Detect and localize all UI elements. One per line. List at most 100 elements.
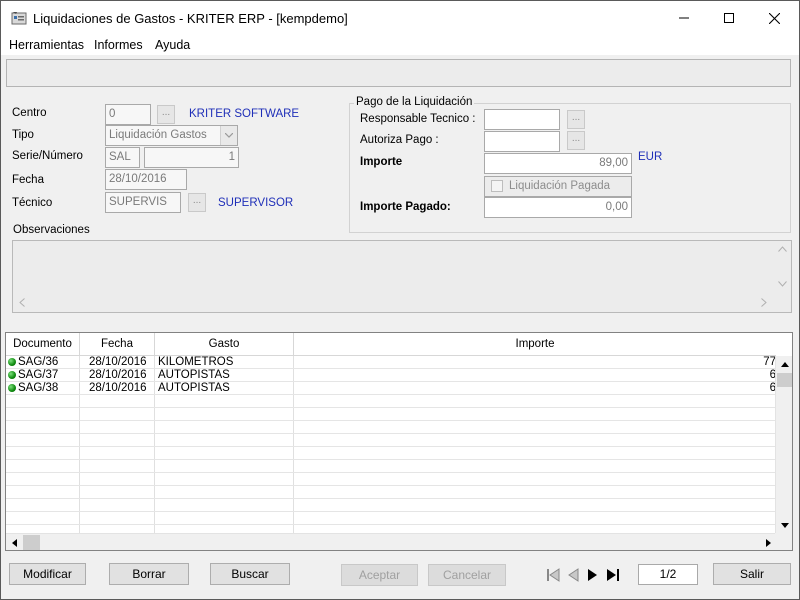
grid-header: Documento Fecha Gasto Importe [6, 333, 776, 356]
modificar-button[interactable]: Modificar [9, 563, 86, 585]
first-icon [547, 568, 560, 582]
arrow-down-icon [780, 523, 789, 528]
col-fecha[interactable]: Fecha [80, 333, 155, 356]
observaciones-textarea[interactable] [12, 240, 792, 313]
autoriza-input[interactable] [484, 131, 560, 152]
scroll-left-icon[interactable] [19, 298, 25, 307]
lines-grid[interactable]: Documento Fecha Gasto Importe SAG/36 28/… [5, 332, 793, 551]
checkbox-box [491, 180, 503, 192]
tecnico-input[interactable]: SUPERVIS [105, 192, 181, 213]
arrow-up-icon [780, 362, 789, 367]
buscar-button[interactable]: Buscar [210, 563, 290, 585]
tipo-label: Tipo [12, 129, 34, 141]
row-gasto: AUTOPISTAS [158, 382, 230, 394]
table-row[interactable]: SAG/37 28/10/2016 AUTOPISTAS 6 [6, 369, 776, 382]
empty-row [6, 512, 776, 525]
empty-row [6, 473, 776, 486]
maximize-button[interactable] [706, 1, 752, 35]
scroll-down-icon[interactable] [778, 281, 787, 287]
liquidacion-pagada-checkbox[interactable]: Liquidación Pagada [484, 176, 632, 197]
app-icon [11, 12, 27, 25]
row-importe: 77 [763, 356, 776, 368]
numero-input[interactable]: 1 [144, 147, 239, 168]
arrow-right-icon [766, 538, 771, 547]
grid-vertical-scrollbar[interactable] [775, 356, 792, 534]
minimize-button[interactable] [661, 1, 707, 35]
next-record-button[interactable] [584, 566, 602, 584]
fecha-label: Fecha [12, 174, 44, 186]
row-gasto: KILOMETROS [158, 356, 234, 368]
close-icon [768, 12, 780, 24]
table-row[interactable]: SAG/36 28/10/2016 KILOMETROS 77 [6, 356, 776, 369]
close-button[interactable] [751, 1, 797, 35]
row-documento: SAG/38 [8, 382, 78, 395]
serie-numero-label: Serie/Número [12, 150, 83, 162]
arrow-left-icon [12, 538, 17, 547]
importe-pagado-input[interactable]: 0,00 [484, 197, 632, 218]
autoriza-lookup-button[interactable]: ... [567, 131, 585, 150]
empty-row [6, 408, 776, 421]
record-position: 1/2 [638, 564, 698, 585]
tecnico-lookup-button[interactable]: ... [188, 193, 206, 212]
tipo-dropdown-button[interactable] [220, 126, 237, 145]
status-dot-icon [8, 384, 16, 392]
scroll-right-icon[interactable] [761, 298, 767, 307]
col-documento[interactable]: Documento [6, 333, 80, 356]
scroll-up-icon[interactable] [778, 246, 787, 252]
responsable-lookup-button[interactable]: ... [567, 110, 585, 129]
empty-row [6, 447, 776, 460]
col-importe[interactable]: Importe [294, 333, 776, 356]
scroll-left-button[interactable] [6, 534, 23, 550]
documento-value: SAG/37 [18, 369, 59, 381]
responsable-input[interactable] [484, 109, 560, 130]
row-fecha: 28/10/2016 [89, 356, 147, 368]
menu-informes[interactable]: Informes [94, 38, 143, 52]
table-row[interactable]: SAG/38 28/10/2016 AUTOPISTAS 6 [6, 382, 776, 395]
centro-lookup-button[interactable]: ... [157, 105, 175, 124]
chevron-down-icon [225, 133, 233, 138]
maximize-icon [724, 13, 734, 23]
status-dot-icon [8, 358, 16, 366]
empty-row [6, 395, 776, 408]
currency-label: EUR [638, 151, 663, 163]
scroll-down-button[interactable] [776, 517, 792, 534]
borrar-button[interactable]: Borrar [109, 563, 189, 585]
menu-bar: Herramientas Informes Ayuda [1, 35, 799, 55]
empty-row [6, 434, 776, 447]
scroll-thumb[interactable] [777, 373, 792, 387]
aceptar-button[interactable]: Aceptar [341, 564, 418, 586]
serie-input[interactable]: SAL [105, 147, 140, 168]
tipo-select[interactable]: Liquidación Gastos [105, 125, 238, 146]
minimize-icon [679, 17, 689, 19]
last-icon [607, 569, 619, 581]
grid-horizontal-scrollbar[interactable] [6, 533, 777, 550]
importe-input[interactable]: 89,00 [484, 153, 632, 174]
salir-button[interactable]: Salir [713, 563, 791, 585]
row-fecha: 28/10/2016 [89, 382, 147, 394]
row-fecha: 28/10/2016 [89, 369, 147, 381]
cancelar-button[interactable]: Cancelar [428, 564, 506, 586]
tecnico-name: SUPERVISOR [218, 197, 294, 209]
previous-record-button[interactable] [564, 566, 582, 584]
fecha-input[interactable]: 28/10/2016 [105, 169, 187, 190]
row-gasto: AUTOPISTAS [158, 369, 230, 381]
observaciones-label: Observaciones [13, 224, 90, 236]
next-icon [588, 569, 597, 581]
menu-herramientas[interactable]: Herramientas [9, 38, 84, 52]
first-record-button[interactable] [544, 566, 562, 584]
responsable-label: Responsable Tecnico : [360, 113, 476, 125]
importe-label: Importe [360, 156, 403, 168]
status-dot-icon [8, 371, 16, 379]
col-gasto[interactable]: Gasto [155, 333, 294, 356]
last-record-button[interactable] [604, 566, 622, 584]
row-importe: 6 [769, 382, 776, 394]
scroll-up-button[interactable] [776, 356, 792, 373]
menu-ayuda[interactable]: Ayuda [155, 38, 190, 52]
centro-label: Centro [12, 107, 47, 119]
centro-name: KRITER SOFTWARE [189, 108, 300, 120]
empty-row [6, 421, 776, 434]
scroll-thumb[interactable] [23, 535, 40, 550]
row-documento: SAG/36 [8, 356, 78, 369]
tipo-value: Liquidación Gastos [109, 129, 207, 141]
centro-input[interactable]: 0 [105, 104, 151, 125]
